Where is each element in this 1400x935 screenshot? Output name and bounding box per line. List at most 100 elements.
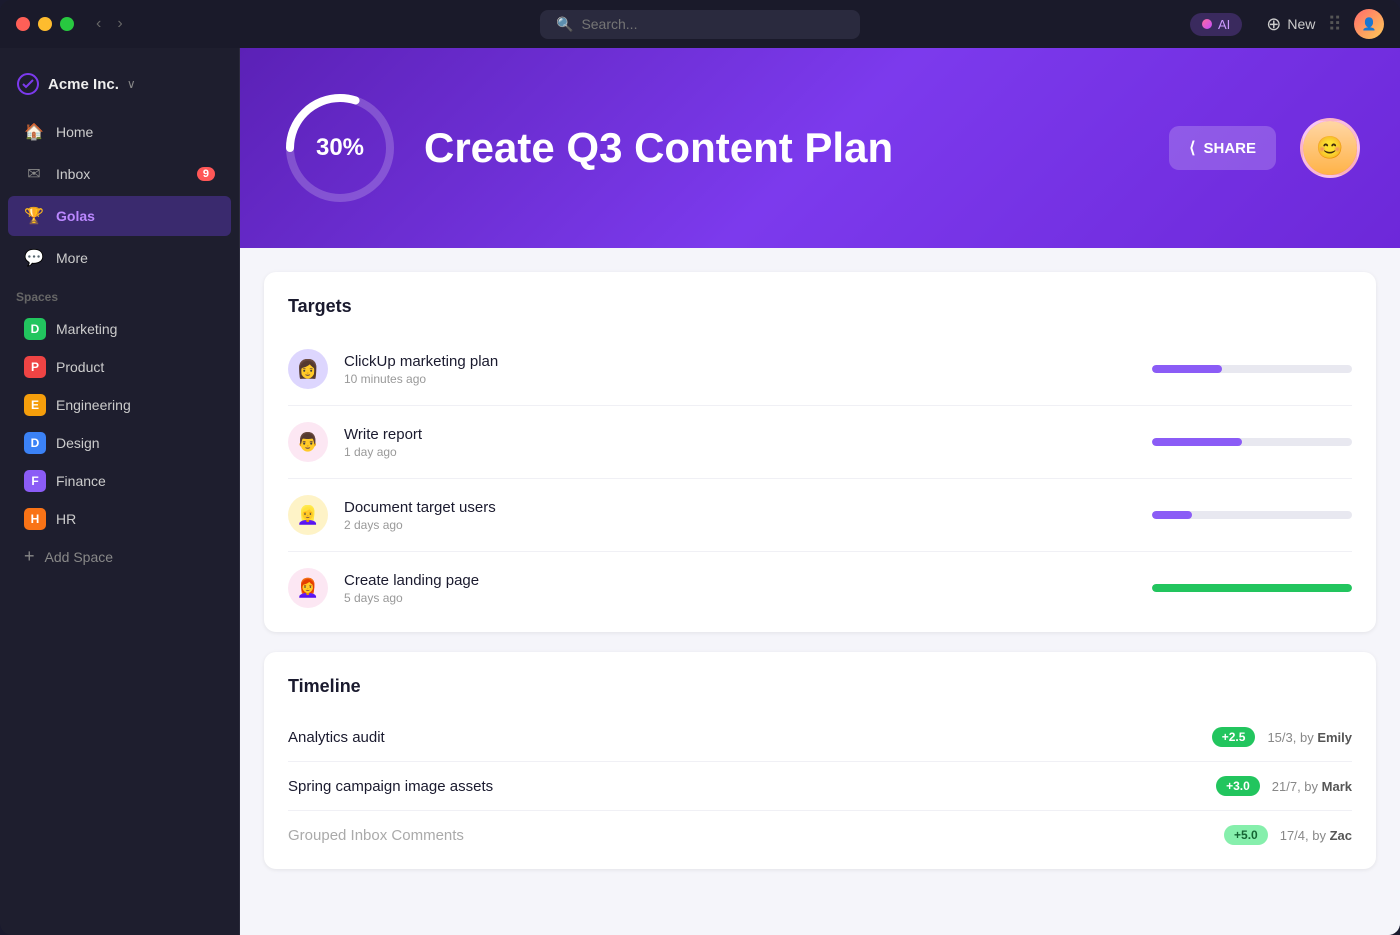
inbox-icon: ✉ bbox=[24, 164, 44, 184]
target-time-0: 10 minutes ago bbox=[344, 372, 1136, 386]
workspace-name: Acme Inc. bbox=[48, 76, 119, 93]
spaces-section-title: Spaces bbox=[0, 278, 239, 310]
space-icon-hr: H bbox=[24, 508, 46, 530]
title-bar: ‹ › 🔍 AI ⊕ New ⠿ 👤 bbox=[0, 0, 1400, 48]
target-name-0: ClickUp marketing plan bbox=[344, 353, 1136, 370]
target-info-1: Write report 1 day ago bbox=[344, 426, 1136, 459]
target-progress-0 bbox=[1152, 365, 1352, 373]
ai-button[interactable]: AI bbox=[1190, 13, 1242, 36]
target-avatar-0: 👩 bbox=[288, 349, 328, 389]
timeline-name-0: Analytics audit bbox=[288, 729, 1200, 746]
target-info-2: Document target users 2 days ago bbox=[344, 499, 1136, 532]
timeline-item-2: Grouped Inbox Comments +5.0 17/4, by Zac bbox=[288, 811, 1352, 845]
progress-percent: 30% bbox=[316, 134, 364, 162]
new-button[interactable]: ⊕ New bbox=[1266, 14, 1315, 35]
space-label-finance: Finance bbox=[56, 473, 106, 489]
target-name-3: Create landing page bbox=[344, 572, 1136, 589]
plus-icon: ⊕ bbox=[1266, 14, 1281, 35]
space-icon-finance: F bbox=[24, 470, 46, 492]
target-item-3: 👩‍🦰 Create landing page 5 days ago bbox=[288, 552, 1352, 608]
target-progress-2 bbox=[1152, 511, 1352, 519]
share-button[interactable]: ⟨ SHARE bbox=[1169, 126, 1276, 170]
sidebar-item-more-label: More bbox=[56, 250, 88, 266]
timeline-badge-1: +3.0 bbox=[1216, 776, 1260, 796]
hero-section: 30% Create Q3 Content Plan ⟨ SHARE 😊 bbox=[240, 48, 1400, 248]
inbox-badge: 9 bbox=[197, 167, 215, 181]
space-icon-marketing: D bbox=[24, 318, 46, 340]
workspace-logo-icon bbox=[16, 72, 40, 96]
main-layout: Acme Inc. ∨ 🏠 Home ✉ Inbox 9 🏆 Golas bbox=[0, 48, 1400, 935]
back-arrow[interactable]: ‹ bbox=[90, 13, 107, 35]
minimize-button[interactable] bbox=[38, 17, 52, 31]
add-space-button[interactable]: + Add Space bbox=[8, 538, 231, 575]
ai-dot-icon bbox=[1202, 19, 1212, 29]
sidebar-item-home-label: Home bbox=[56, 124, 93, 140]
space-item-finance[interactable]: F Finance bbox=[8, 462, 231, 500]
main-content: Targets 👩 ClickUp marketing plan 10 minu… bbox=[240, 248, 1400, 935]
space-item-product[interactable]: P Product bbox=[8, 348, 231, 386]
target-progress-fill-2 bbox=[1152, 511, 1192, 519]
target-avatar-2: 👱‍♀️ bbox=[288, 495, 328, 535]
home-icon: 🏠 bbox=[24, 122, 44, 142]
nav-arrows: ‹ › bbox=[90, 13, 129, 35]
sidebar-item-home[interactable]: 🏠 Home bbox=[8, 112, 231, 152]
timeline-name-1: Spring campaign image assets bbox=[288, 778, 1204, 795]
target-name-2: Document target users bbox=[344, 499, 1136, 516]
timeline-meta-0: 15/3, by Emily bbox=[1267, 730, 1352, 745]
timeline-card: Timeline Analytics audit +2.5 15/3, by E… bbox=[264, 652, 1376, 869]
target-time-2: 2 days ago bbox=[344, 518, 1136, 532]
timeline-badge-2: +5.0 bbox=[1224, 825, 1268, 845]
target-item-2: 👱‍♀️ Document target users 2 days ago bbox=[288, 479, 1352, 552]
maximize-button[interactable] bbox=[60, 17, 74, 31]
target-progress-1 bbox=[1152, 438, 1352, 446]
hero-title: Create Q3 Content Plan bbox=[424, 124, 1145, 172]
search-input[interactable] bbox=[581, 16, 781, 32]
target-item-0: 👩 ClickUp marketing plan 10 minutes ago bbox=[288, 333, 1352, 406]
grid-icon[interactable]: ⠿ bbox=[1327, 12, 1342, 37]
timeline-name-2: Grouped Inbox Comments bbox=[288, 827, 1212, 844]
target-name-1: Write report bbox=[344, 426, 1136, 443]
target-progress-fill-3 bbox=[1152, 584, 1352, 592]
timeline-meta-2: 17/4, by Zac bbox=[1280, 828, 1352, 843]
target-info-0: ClickUp marketing plan 10 minutes ago bbox=[344, 353, 1136, 386]
target-info-3: Create landing page 5 days ago bbox=[344, 572, 1136, 605]
space-item-engineering[interactable]: E Engineering bbox=[8, 386, 231, 424]
timeline-item-0: Analytics audit +2.5 15/3, by Emily bbox=[288, 713, 1352, 762]
target-progress-fill-0 bbox=[1152, 365, 1222, 373]
space-icon-engineering: E bbox=[24, 394, 46, 416]
forward-arrow[interactable]: › bbox=[111, 13, 128, 35]
sidebar-nav: 🏠 Home ✉ Inbox 9 🏆 Golas 💬 More bbox=[0, 112, 239, 278]
workspace-header[interactable]: Acme Inc. ∨ bbox=[0, 64, 239, 112]
targets-title: Targets bbox=[288, 296, 1352, 317]
ai-label: AI bbox=[1218, 17, 1230, 32]
target-progress-fill-1 bbox=[1152, 438, 1242, 446]
space-label-design: Design bbox=[56, 435, 100, 451]
user-avatar[interactable]: 👤 bbox=[1354, 9, 1384, 39]
target-avatar-3: 👩‍🦰 bbox=[288, 568, 328, 608]
close-button[interactable] bbox=[16, 17, 30, 31]
search-bar[interactable]: 🔍 bbox=[540, 10, 860, 39]
window-controls bbox=[16, 17, 74, 31]
space-label-product: Product bbox=[56, 359, 104, 375]
targets-card: Targets 👩 ClickUp marketing plan 10 minu… bbox=[264, 272, 1376, 632]
more-icon: 💬 bbox=[24, 248, 44, 268]
space-item-marketing[interactable]: D Marketing bbox=[8, 310, 231, 348]
sidebar-item-inbox[interactable]: ✉ Inbox 9 bbox=[8, 154, 231, 194]
space-label-marketing: Marketing bbox=[56, 321, 117, 337]
space-item-hr[interactable]: H HR bbox=[8, 500, 231, 538]
space-icon-product: P bbox=[24, 356, 46, 378]
add-space-label: Add Space bbox=[45, 549, 114, 565]
timeline-title: Timeline bbox=[288, 676, 1352, 697]
share-label: SHARE bbox=[1203, 140, 1256, 157]
target-progress-3 bbox=[1152, 584, 1352, 592]
timeline-meta-1: 21/7, by Mark bbox=[1272, 779, 1352, 794]
progress-circle: 30% bbox=[280, 88, 400, 208]
search-icon: 🔍 bbox=[556, 16, 573, 33]
sidebar-item-more[interactable]: 💬 More bbox=[8, 238, 231, 278]
share-icon: ⟨ bbox=[1189, 138, 1195, 158]
space-item-design[interactable]: D Design bbox=[8, 424, 231, 462]
sidebar-item-goals-label: Golas bbox=[56, 208, 95, 224]
hero-avatar-image: 😊 bbox=[1303, 121, 1357, 175]
sidebar-item-goals[interactable]: 🏆 Golas bbox=[8, 196, 231, 236]
timeline-item-1: Spring campaign image assets +3.0 21/7, … bbox=[288, 762, 1352, 811]
